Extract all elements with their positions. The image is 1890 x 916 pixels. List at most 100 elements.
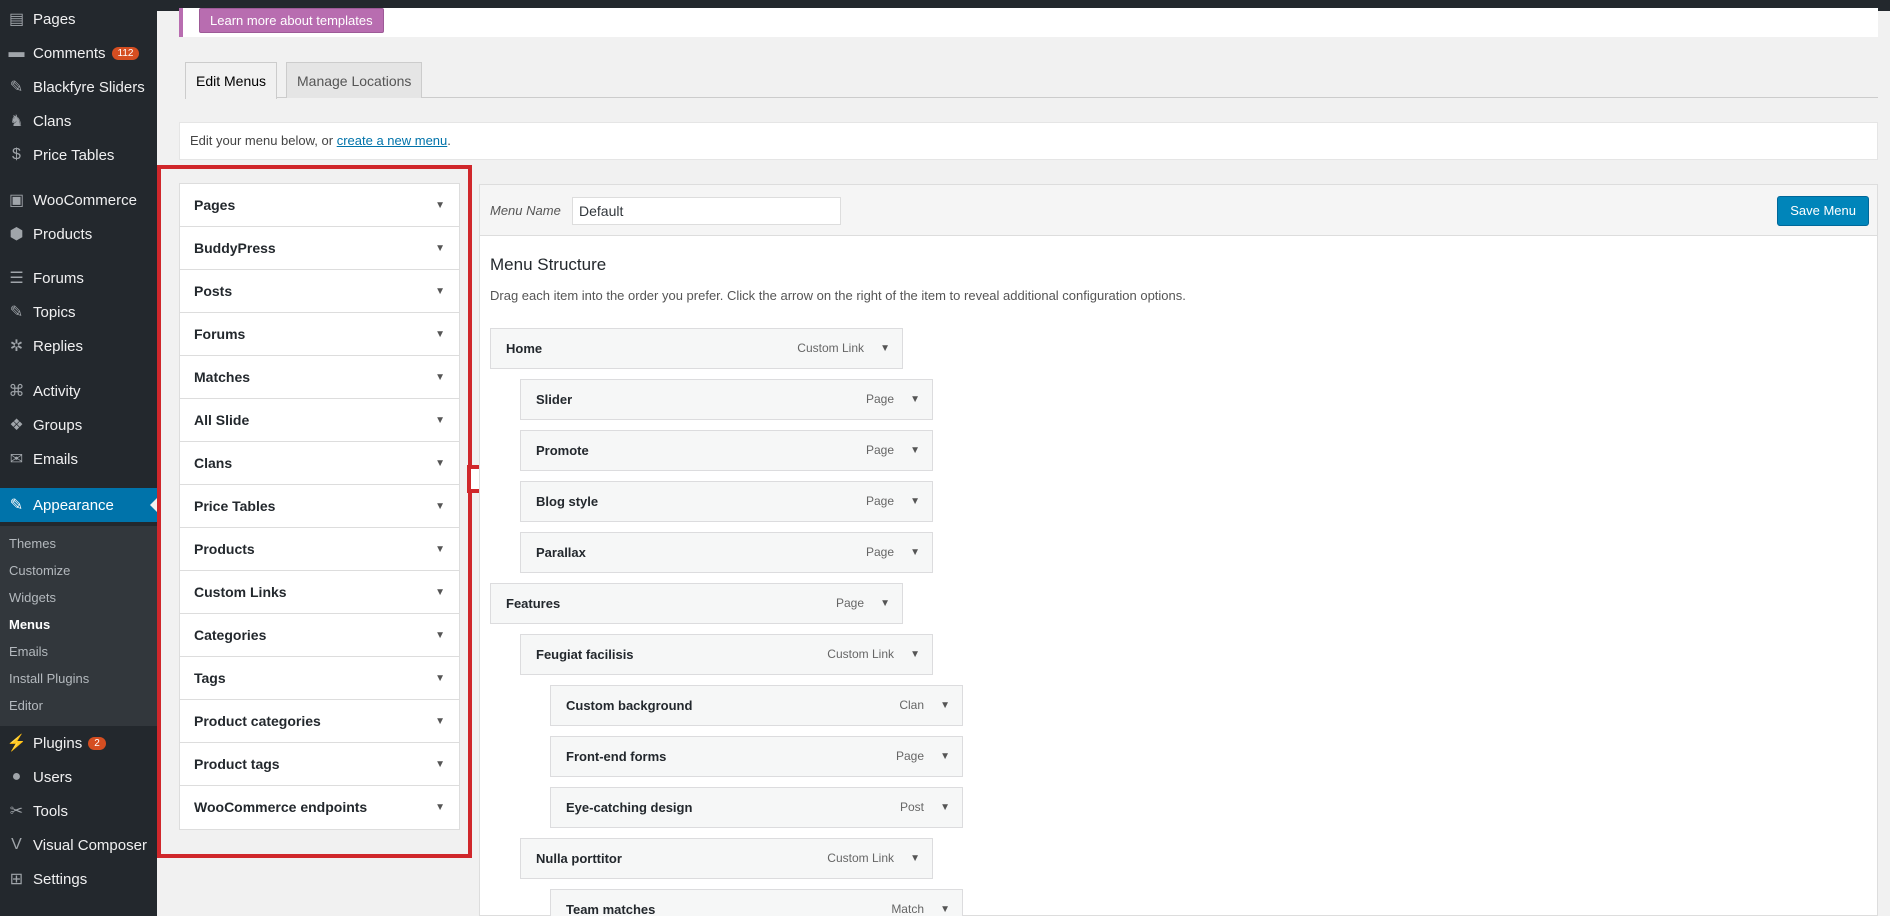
- menu-item[interactable]: Promote Page ▼: [520, 430, 933, 471]
- accordion-section[interactable]: Product categories ▼: [180, 700, 459, 743]
- triangle-down-icon[interactable]: ▼: [435, 399, 445, 442]
- triangle-down-icon[interactable]: ▼: [910, 380, 920, 419]
- submenu-item-install-plugins[interactable]: Install Plugins: [9, 671, 89, 686]
- menu-item[interactable]: Front-end forms Page ▼: [550, 736, 963, 777]
- accordion-section[interactable]: Matches ▼: [180, 356, 459, 399]
- sidebar-item-clans[interactable]: ♞ Clans: [0, 104, 157, 138]
- accordion-section[interactable]: Categories ▼: [180, 614, 459, 657]
- triangle-down-icon[interactable]: ▼: [880, 584, 890, 623]
- sidebar-item-replies[interactable]: ✲ Replies: [0, 329, 157, 363]
- triangle-down-icon[interactable]: ▼: [910, 839, 920, 878]
- submenu-item-customize[interactable]: Customize: [9, 563, 70, 578]
- triangle-down-icon[interactable]: ▼: [435, 571, 445, 614]
- sidebar-item-label: Comments 112: [33, 45, 140, 62]
- menu-item[interactable]: Blog style Page ▼: [520, 481, 933, 522]
- create-new-menu-link[interactable]: create a new menu: [337, 133, 448, 148]
- menu-structure-desc: Drag each item into the order you prefer…: [490, 288, 1186, 303]
- sidebar-item-users[interactable]: ● Users: [0, 760, 157, 794]
- triangle-down-icon[interactable]: ▼: [940, 686, 950, 725]
- submenu-item-emails[interactable]: Emails: [9, 644, 48, 659]
- triangle-down-icon[interactable]: ▼: [435, 313, 445, 356]
- menu-item[interactable]: Home Custom Link ▼: [490, 328, 903, 369]
- triangle-down-icon[interactable]: ▼: [435, 356, 445, 399]
- menu-item-title: Parallax: [536, 545, 586, 560]
- triangle-down-icon[interactable]: ▼: [910, 635, 920, 674]
- menu-item[interactable]: Feugiat facilisis Custom Link ▼: [520, 634, 933, 675]
- accordion-title: Pages: [194, 197, 236, 213]
- sidebar-item-label: Visual Composer: [33, 836, 147, 854]
- tab-manage-locations[interactable]: Manage Locations: [286, 62, 423, 98]
- accordion-section[interactable]: Products ▼: [180, 528, 459, 571]
- sidebar-item-settings[interactable]: ⊞ Settings: [0, 862, 157, 896]
- learn-templates-button[interactable]: Learn more about templates: [199, 8, 384, 33]
- submenu-item-menus[interactable]: Menus: [9, 617, 50, 632]
- sidebar-item-groups[interactable]: ❖ Groups: [0, 408, 157, 442]
- accordion-section[interactable]: Custom Links ▼: [180, 571, 459, 614]
- menu-item-title: Front-end forms: [566, 749, 667, 764]
- triangle-down-icon[interactable]: ▼: [910, 533, 920, 572]
- sidebar-item-topics[interactable]: ✎ Topics: [0, 295, 157, 329]
- triangle-down-icon[interactable]: ▼: [435, 270, 445, 313]
- accordion-section[interactable]: BuddyPress ▼: [180, 227, 459, 270]
- save-menu-button[interactable]: Save Menu: [1777, 196, 1869, 226]
- menu-item[interactable]: Parallax Page ▼: [520, 532, 933, 573]
- sidebar-item-appearance[interactable]: ✎ Appearance: [0, 488, 157, 522]
- triangle-down-icon[interactable]: ▼: [940, 788, 950, 827]
- accordion-section[interactable]: All Slide ▼: [180, 399, 459, 442]
- sidebar-item-label: Plugins 2: [33, 735, 106, 752]
- accordion-section[interactable]: Posts ▼: [180, 270, 459, 313]
- menu-item[interactable]: Eye-catching design Post ▼: [550, 787, 963, 828]
- sidebar-item-tools[interactable]: ✂ Tools: [0, 794, 157, 828]
- triangle-down-icon[interactable]: ▼: [940, 890, 950, 916]
- templates-notice: Learn more about templates: [179, 8, 1878, 37]
- sidebar-item-blackfyre-sliders[interactable]: ✎ Blackfyre Sliders: [0, 70, 157, 104]
- menu-item[interactable]: Custom background Clan ▼: [550, 685, 963, 726]
- accordion-section[interactable]: Forums ▼: [180, 313, 459, 356]
- sidebar-item-forums[interactable]: ☰ Forums: [0, 261, 157, 295]
- triangle-down-icon[interactable]: ▼: [880, 329, 890, 368]
- sidebar-item-woocommerce[interactable]: ▣ WooCommerce: [0, 183, 157, 217]
- menu-item[interactable]: Slider Page ▼: [520, 379, 933, 420]
- submenu-item-themes[interactable]: Themes: [9, 536, 56, 551]
- triangle-down-icon[interactable]: ▼: [435, 614, 445, 657]
- triangle-down-icon[interactable]: ▼: [910, 482, 920, 521]
- sidebar-item-pages[interactable]: ▤ Pages: [0, 2, 157, 36]
- triangle-down-icon[interactable]: ▼: [910, 431, 920, 470]
- triangle-down-icon[interactable]: ▼: [435, 485, 445, 528]
- triangle-down-icon[interactable]: ▼: [435, 657, 445, 700]
- accordion-section[interactable]: Clans ▼: [180, 442, 459, 485]
- triangle-down-icon[interactable]: ▼: [435, 700, 445, 743]
- triangle-down-icon[interactable]: ▼: [435, 442, 445, 485]
- menu-item[interactable]: Team matches Match ▼: [550, 889, 963, 916]
- sidebar-item-price-tables[interactable]: $ Price Tables: [0, 138, 157, 172]
- submenu-item-widgets[interactable]: Widgets: [9, 590, 56, 605]
- triangle-down-icon[interactable]: ▼: [435, 227, 445, 270]
- accordion-section[interactable]: Tags ▼: [180, 657, 459, 700]
- accordion-section[interactable]: WooCommerce endpoints ▼: [180, 786, 459, 829]
- sidebar-item-products[interactable]: ⬢ Products: [0, 217, 157, 251]
- menu-item[interactable]: Nulla porttitor Custom Link ▼: [520, 838, 933, 879]
- accordion-section[interactable]: Product tags ▼: [180, 743, 459, 786]
- accordion-title: Categories: [194, 627, 267, 643]
- sidebar-item-emails[interactable]: ✉ Emails: [0, 442, 157, 476]
- accordion-section[interactable]: Pages ▼: [180, 184, 459, 227]
- submenu-item-editor[interactable]: Editor: [9, 698, 43, 713]
- accordion-section[interactable]: Price Tables ▼: [180, 485, 459, 528]
- triangle-down-icon[interactable]: ▼: [435, 743, 445, 786]
- triangle-down-icon[interactable]: ▼: [940, 737, 950, 776]
- accordion-title: Clans: [194, 455, 233, 471]
- triangle-down-icon[interactable]: ▼: [435, 528, 445, 571]
- triangle-down-icon[interactable]: ▼: [435, 786, 445, 829]
- sidebar-item-visual-composer[interactable]: V Visual Composer: [0, 828, 157, 862]
- triangle-down-icon[interactable]: ▼: [435, 184, 445, 227]
- menu-item[interactable]: Features Page ▼: [490, 583, 903, 624]
- brush-icon: ✎: [9, 497, 24, 514]
- sidebar-item-activity[interactable]: ⌘ Activity: [0, 374, 157, 408]
- accordion-title: Products: [194, 541, 255, 557]
- menu-item-title: Eye-catching design: [566, 800, 693, 815]
- tab-edit-menus[interactable]: Edit Menus: [185, 62, 278, 99]
- sidebar-item-label: Emails: [33, 450, 79, 468]
- sidebar-item-plugins[interactable]: ⚡ Plugins 2: [0, 726, 157, 760]
- menu-name-input[interactable]: Default: [572, 197, 841, 225]
- sidebar-item-comments[interactable]: ▬ Comments 112: [0, 36, 157, 70]
